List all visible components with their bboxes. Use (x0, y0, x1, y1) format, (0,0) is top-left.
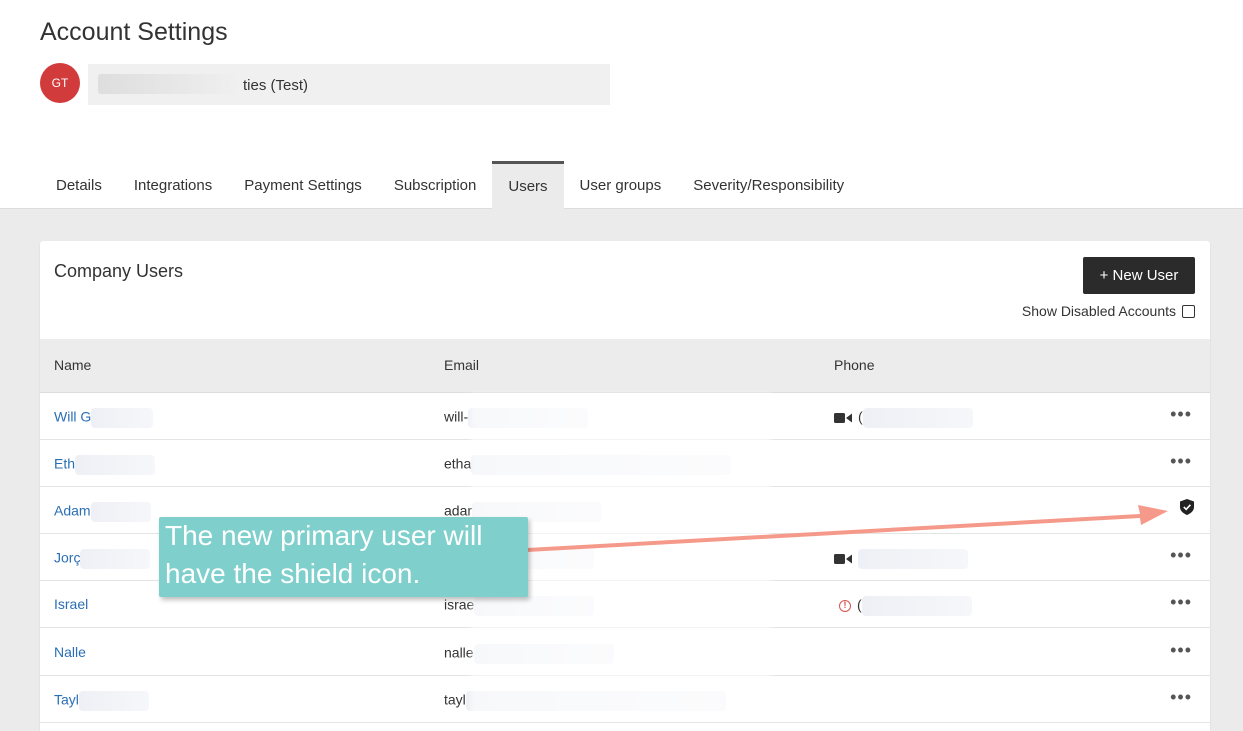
column-header-name[interactable]: Name (54, 357, 91, 373)
video-icon (834, 554, 852, 564)
user-name-link[interactable]: Israel (54, 596, 88, 612)
redacted-blur (858, 549, 968, 569)
table-row[interactable]: Nalle nalle ••• (40, 629, 1210, 676)
show-disabled-toggle[interactable]: Show Disabled Accounts (1022, 303, 1195, 319)
more-options-icon[interactable]: ••• (1170, 452, 1192, 470)
redacted-blur (862, 408, 973, 428)
show-disabled-checkbox[interactable] (1182, 304, 1195, 318)
redacted-blur (90, 502, 151, 522)
user-name-link[interactable]: Adam (54, 502, 151, 522)
user-name-link[interactable]: Eth (54, 455, 156, 475)
avatar[interactable]: GT (40, 63, 80, 103)
user-email: etha (444, 455, 732, 475)
tab-integrations[interactable]: Integrations (118, 161, 228, 209)
video-icon (834, 413, 852, 423)
card-title: Company Users (54, 261, 184, 281)
callout-line-1: The new primary user will (165, 520, 483, 551)
column-header-email[interactable]: Email (444, 357, 479, 373)
user-email: israe (444, 596, 595, 616)
redacted-blur (78, 691, 149, 711)
redacted-blur (861, 596, 972, 616)
redacted-blur (468, 408, 589, 428)
show-disabled-label: Show Disabled Accounts (1021, 303, 1176, 319)
page-title: Account Settings (40, 18, 228, 46)
tab-subscription[interactable]: Subscription (378, 161, 493, 209)
table-row[interactable]: Tayl tayl ••• (40, 676, 1210, 723)
user-email: nalle (444, 644, 614, 664)
redacted-blur (98, 74, 240, 94)
redacted-blur (473, 644, 614, 664)
tab-bar: Details Integrations Payment Settings Su… (40, 161, 860, 209)
new-user-button[interactable]: + New User (1083, 257, 1195, 294)
header-area: Account Settings GT ties (Test) Details … (0, 0, 1243, 209)
more-options-icon[interactable]: ••• (1170, 641, 1192, 659)
warning-icon: ! (839, 600, 851, 612)
more-options-icon[interactable]: ••• (1170, 688, 1192, 706)
user-email: tayl (444, 691, 726, 711)
redacted-blur (75, 455, 156, 475)
user-name-link[interactable]: Tayl (54, 691, 149, 711)
table-header: Name Email Phone (40, 339, 1210, 393)
tab-user-groups[interactable]: User groups (564, 161, 678, 209)
more-options-icon[interactable]: ••• (1170, 546, 1192, 564)
tab-severity-responsibility[interactable]: Severity/Responsibility (677, 161, 860, 209)
user-name-link[interactable]: Nalle (54, 644, 86, 660)
tab-payment-settings[interactable]: Payment Settings (228, 161, 378, 209)
user-phone: !( (839, 596, 972, 616)
redacted-blur (465, 691, 726, 711)
table-row[interactable]: Eth etha ••• (40, 440, 1210, 487)
user-name-link[interactable]: Will G (54, 408, 154, 428)
user-name-link[interactable]: Jorç (54, 549, 151, 569)
redacted-blur (471, 455, 732, 475)
user-email: will- (444, 408, 589, 428)
redacted-blur (91, 408, 154, 428)
tab-users[interactable]: Users (492, 161, 564, 209)
callout-line-2: have the shield icon. (165, 558, 421, 589)
annotation-callout: The new primary user will have the shiel… (159, 517, 528, 597)
more-options-icon[interactable]: ••• (1170, 405, 1192, 423)
account-name-field: ties (Test) (88, 64, 610, 105)
redacted-blur (80, 549, 151, 569)
column-header-phone[interactable]: Phone (834, 357, 874, 373)
redacted-blur (474, 596, 595, 616)
shield-icon[interactable] (1180, 499, 1194, 515)
account-name: ties (Test) (243, 77, 309, 94)
company-users-card: Company Users + New User Show Disabled A… (40, 241, 1210, 731)
table-row[interactable]: Will G will- ( ••• (40, 393, 1210, 440)
tab-details[interactable]: Details (40, 161, 118, 209)
user-phone (834, 549, 968, 569)
more-options-icon[interactable]: ••• (1170, 593, 1192, 611)
user-phone: ( (834, 408, 973, 428)
